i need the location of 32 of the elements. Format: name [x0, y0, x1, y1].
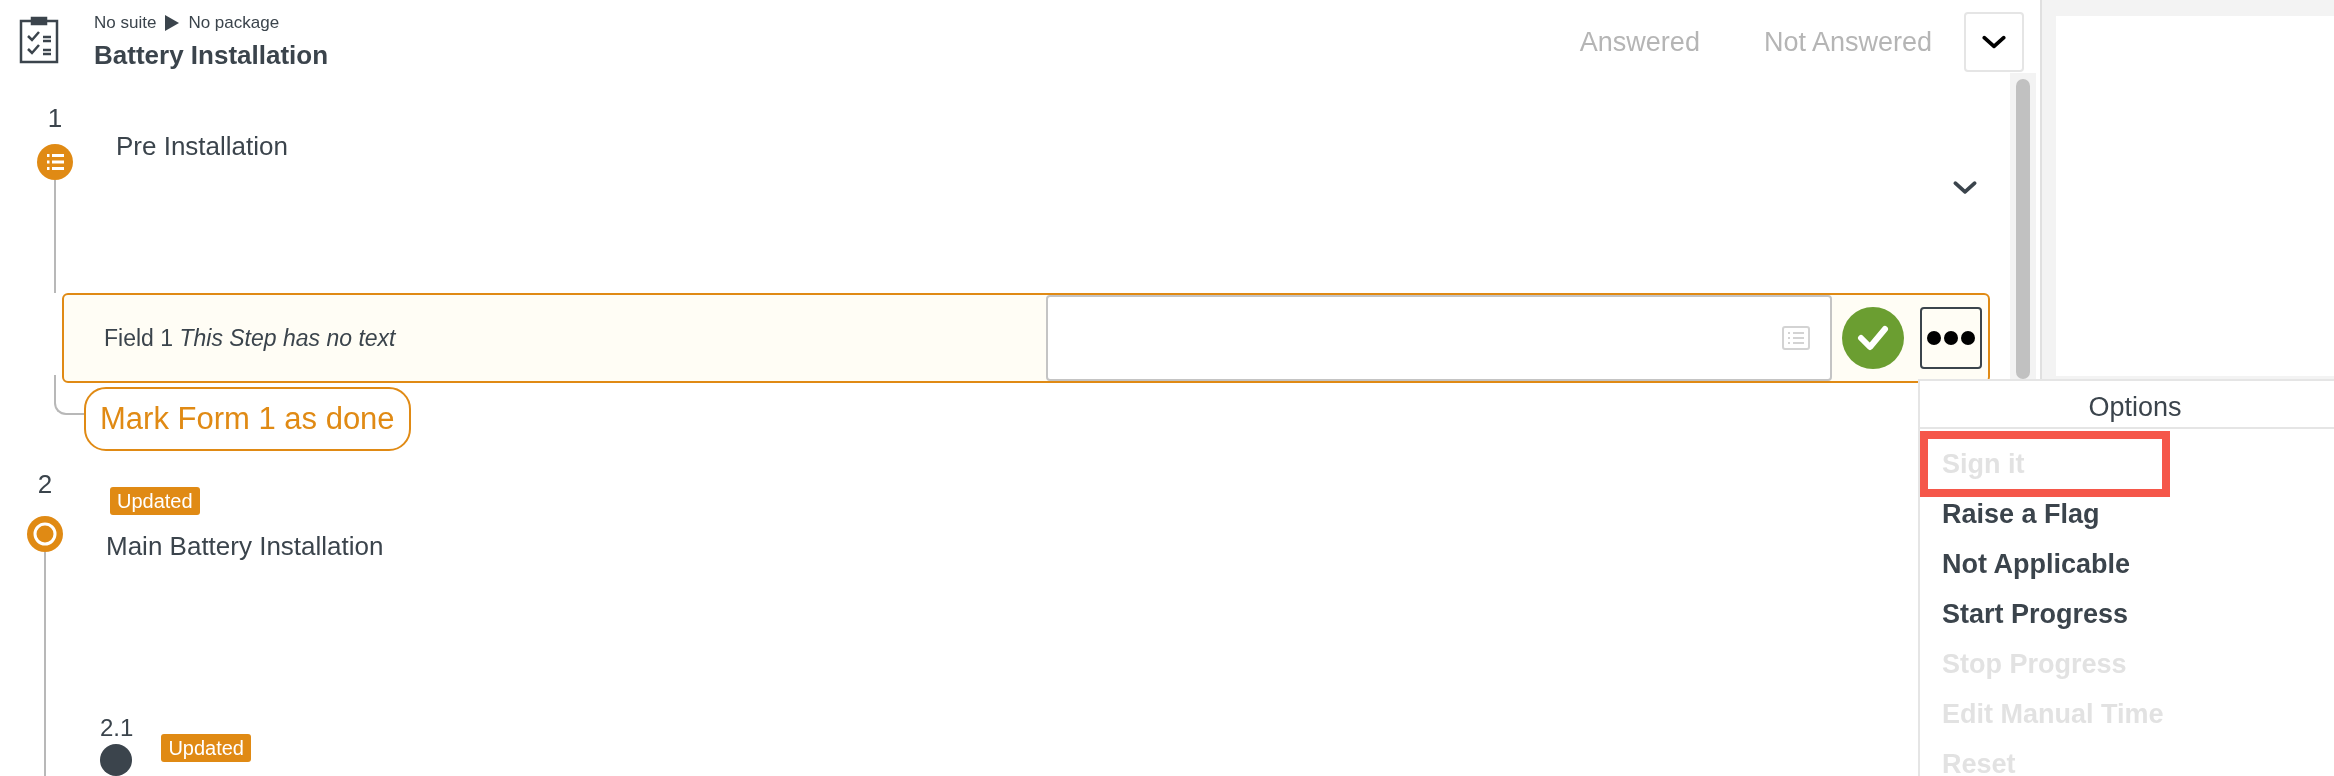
connector-line: [54, 375, 84, 415]
step-title: Pre Installation: [116, 130, 288, 163]
chevron-down-icon: [1952, 180, 1978, 195]
mark-done-button[interactable]: Mark Form 1 as done: [84, 387, 411, 451]
package-label: No package: [188, 12, 280, 34]
ellipsis-icon: [1927, 331, 1975, 345]
filter-tab[interactable]: Answered: [1579, 22, 1700, 63]
menu-item[interactable]: Not Applicable: [1942, 539, 2130, 589]
chevron-down-icon: [1981, 34, 2007, 50]
scrollbar-thumb[interactable]: [2016, 79, 2030, 379]
check-icon: [1857, 325, 1889, 351]
checklist-icon: [18, 16, 60, 64]
field-label: Field 1 This Step has no text: [104, 323, 397, 353]
menu-item[interactable]: Start Progress: [1942, 589, 2129, 639]
step-title: Main Battery Installation: [106, 530, 384, 563]
dropdown-button[interactable]: [1964, 12, 2024, 72]
suite-label: No suite: [94, 12, 157, 34]
procedure-title: Battery Installation: [94, 39, 329, 72]
updated-badge: Updated: [110, 487, 200, 515]
more-options-button[interactable]: [1920, 307, 1982, 369]
list-icon: [1782, 326, 1810, 350]
step-circle-icon: [100, 744, 132, 776]
play-icon: [164, 14, 181, 32]
filter-tab[interactable]: Not Answered: [1763, 22, 1932, 63]
numbered-list-icon: [37, 144, 73, 180]
step-circle-icon: [27, 516, 63, 552]
answer-field[interactable]: [1046, 295, 1832, 381]
menu-title: Options: [1920, 381, 2334, 429]
updated-badge: Updated: [161, 734, 251, 762]
step-number: 2.1: [100, 714, 134, 742]
step-number: 2: [37, 468, 53, 501]
step-number: 1: [47, 102, 63, 135]
